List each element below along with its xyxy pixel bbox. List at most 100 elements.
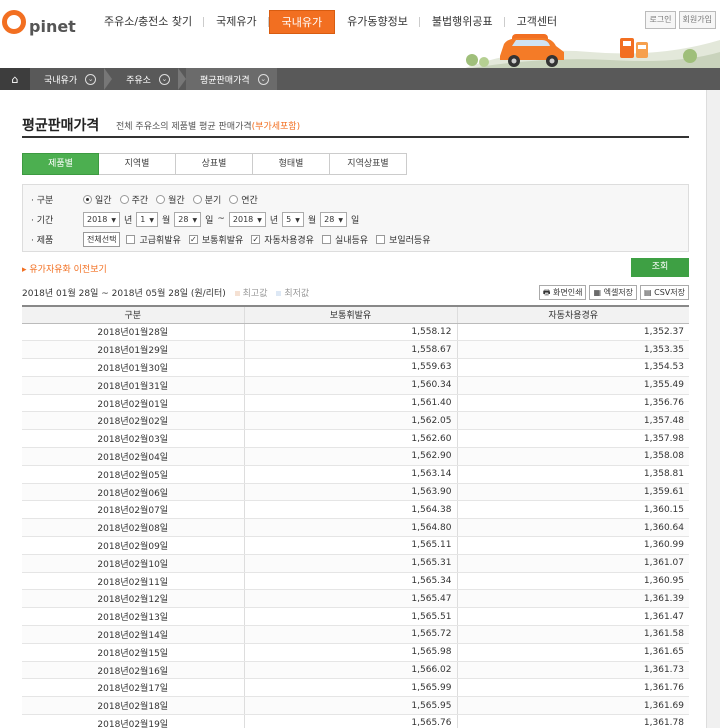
cell-regular-gasoline: 1,565.11: [243, 536, 457, 555]
checkbox[interactable]: [376, 234, 386, 244]
tab-by-product[interactable]: 제품별: [22, 153, 99, 175]
checkbox[interactable]: [126, 234, 136, 244]
table-row: 2018년02월13일 1,565.51 1,361.47: [22, 607, 689, 627]
opinet-logo[interactable]: pinet: [0, 6, 76, 38]
cell-regular-gasoline: 1,565.51: [243, 607, 457, 627]
cell-diesel: 1,357.98: [456, 429, 689, 449]
nav-price-trend[interactable]: 유가동향정보: [335, 10, 420, 34]
table-row: 2018년02월16일 1,566.02 1,361.73: [22, 661, 689, 680]
cell-date: 2018년02월01일: [22, 394, 244, 413]
tab-by-brand[interactable]: 상표별: [176, 153, 253, 175]
breadcrumb-avg-price[interactable]: 평균판매가격 ⌄: [185, 68, 277, 90]
end-year-select[interactable]: 2018 ▼: [228, 211, 266, 227]
radio-dot[interactable]: [192, 194, 202, 204]
radio-yearly[interactable]: 연간: [229, 193, 258, 206]
breadcrumb: ⌂ 국내유가 ⌄ 주유소 ⌄ 평균판매가격 ⌄: [0, 68, 720, 90]
radio-dot[interactable]: [156, 194, 166, 204]
radio-quarterly[interactable]: 분기: [192, 193, 221, 206]
home-icon[interactable]: ⌂: [0, 68, 30, 90]
product-row: · 제품 전체선택 고급휘발유 ✓ 보통휘발유 ✓ 자동차용경유 실내등유 보일러등…: [31, 230, 438, 248]
chk-indoor-kerosene[interactable]: 실내등유: [321, 233, 368, 246]
cell-date: 2018년02월06일: [22, 483, 244, 502]
query-button[interactable]: 조회: [631, 258, 689, 277]
cell-regular-gasoline: 1,564.38: [243, 500, 457, 520]
select-all-button[interactable]: 전체선택: [83, 231, 121, 247]
cell-regular-gasoline: 1,562.90: [243, 447, 457, 466]
table-row: 2018년02월09일 1,565.11 1,360.99: [22, 536, 689, 555]
chk-boiler-kerosene[interactable]: 보일러등유: [376, 233, 430, 246]
table-header-row: 구분 보통휘발유 자동차용경유: [22, 305, 689, 324]
cell-date: 2018년02월14일: [22, 625, 244, 644]
unit-day: 일: [205, 215, 214, 226]
cell-diesel: 1,360.99: [456, 536, 689, 555]
page-description: 전체 주유소의 제품별 평균 판매가격(부가세포함): [116, 119, 300, 132]
nav-intl-oil[interactable]: 국제유가: [204, 10, 270, 34]
nav-domestic-oil[interactable]: 국내유가: [268, 10, 336, 34]
chevron-down-icon[interactable]: ⌄: [257, 73, 269, 85]
start-day-select[interactable]: 28 ▼: [174, 211, 202, 227]
start-month-select[interactable]: 1 ▼: [136, 211, 158, 227]
chevron-down-icon[interactable]: ⌄: [158, 73, 170, 85]
table-row: 2018년02월02일 1,562.05 1,357.48: [22, 411, 689, 431]
radio-dot[interactable]: [83, 194, 92, 204]
chk-regular-gasoline[interactable]: ✓ 보통휘발유: [188, 233, 243, 246]
cell-diesel: 1,355.49: [456, 376, 689, 395]
cell-date: 2018년01월28일: [22, 323, 244, 342]
cell-date: 2018년02월13일: [22, 607, 244, 627]
tab-by-region-brand[interactable]: 지역상표별: [330, 153, 407, 175]
excel-button[interactable]: ▦ 엑셀저장: [589, 285, 638, 300]
tab-by-type[interactable]: 형태별: [253, 153, 330, 175]
cell-regular-gasoline: 1,559.63: [243, 358, 457, 377]
chevron-down-icon[interactable]: ⌄: [85, 73, 97, 85]
radio-monthly[interactable]: 월간: [156, 193, 185, 206]
cell-diesel: 1,358.08: [456, 447, 689, 466]
start-year-select[interactable]: 2018 ▼: [83, 211, 120, 227]
breadcrumb-label: 주유소: [126, 75, 151, 86]
cell-regular-gasoline: 1,566.02: [243, 661, 457, 680]
checkbox-checked[interactable]: ✓: [251, 234, 261, 244]
cell-date: 2018년02월12일: [22, 589, 244, 609]
breadcrumb-domestic[interactable]: 국내유가 ⌄: [30, 68, 104, 90]
csv-button[interactable]: ▤ CSV저장: [640, 285, 689, 300]
table-row: 2018년02월08일 1,564.80 1,360.64: [22, 518, 689, 538]
cell-date: 2018년02월04일: [22, 447, 244, 466]
chk-premium-gasoline[interactable]: 고급휘발유: [126, 233, 181, 246]
table-row: 2018년01월28일 1,558.12 1,352.37: [22, 323, 689, 342]
cell-date: 2018년02월05일: [22, 465, 244, 484]
table-row: 2018년02월07일 1,564.38 1,360.15: [22, 500, 689, 520]
cell-regular-gasoline: 1,561.40: [243, 394, 457, 413]
cell-diesel: 1,360.64: [456, 518, 689, 538]
table-row: 2018년02월17일 1,565.99 1,361.76: [22, 678, 689, 698]
cell-diesel: 1,361.78: [456, 714, 689, 728]
checkbox[interactable]: [321, 234, 331, 244]
unit-month: 월: [307, 215, 317, 226]
history-link[interactable]: ▸ 유가자유화 이전보기: [22, 262, 107, 275]
checkbox-checked[interactable]: ✓: [188, 234, 198, 244]
tab-by-region[interactable]: 지역별: [99, 153, 176, 175]
view-tabs: 제품별 지역별 상표별 형태별 지역상표별: [22, 153, 407, 175]
breadcrumb-label: 평균판매가격: [199, 75, 250, 86]
radio-daily[interactable]: 일간: [83, 193, 112, 206]
cell-diesel: 1,361.58: [456, 625, 689, 644]
unit-year: 년: [269, 215, 279, 226]
end-day-select[interactable]: 28 ▼: [320, 211, 347, 227]
end-month-select[interactable]: 5 ▼: [282, 211, 304, 227]
breadcrumb-station[interactable]: 주유소 ⌄: [112, 68, 178, 90]
cell-date: 2018년01월30일: [22, 358, 244, 377]
chk-diesel[interactable]: ✓ 자동차용경유: [251, 233, 314, 246]
radio-dot[interactable]: [119, 194, 129, 204]
print-button[interactable]: 🖶 화면인쇄: [538, 285, 587, 300]
page-scrollbar[interactable]: [706, 90, 720, 728]
radio-dot[interactable]: [229, 194, 239, 204]
cell-diesel: 1,361.73: [456, 661, 689, 680]
nav-station-search[interactable]: 주유소/충전소 찾기: [92, 10, 205, 34]
cell-date: 2018년02월15일: [22, 643, 244, 662]
cell-regular-gasoline: 1,560.34: [243, 376, 457, 395]
cell-diesel: 1,354.53: [456, 358, 689, 377]
cell-diesel: 1,360.95: [456, 572, 689, 591]
search-panel: · 구분 일간 주간 월간 분기 연간 · 기간 2018 ▼ 년 1 ▼ 월 28…: [22, 184, 689, 252]
unit-day: 일: [350, 215, 360, 226]
price-table: 구분 보통휘발유 자동차용경유 2018년01월28일 1,558.12 1,352…: [22, 305, 689, 728]
export-buttons: 🖶 화면인쇄 ▦ 엑셀저장 ▤ CSV저장: [538, 285, 689, 300]
radio-weekly[interactable]: 주간: [119, 193, 148, 206]
